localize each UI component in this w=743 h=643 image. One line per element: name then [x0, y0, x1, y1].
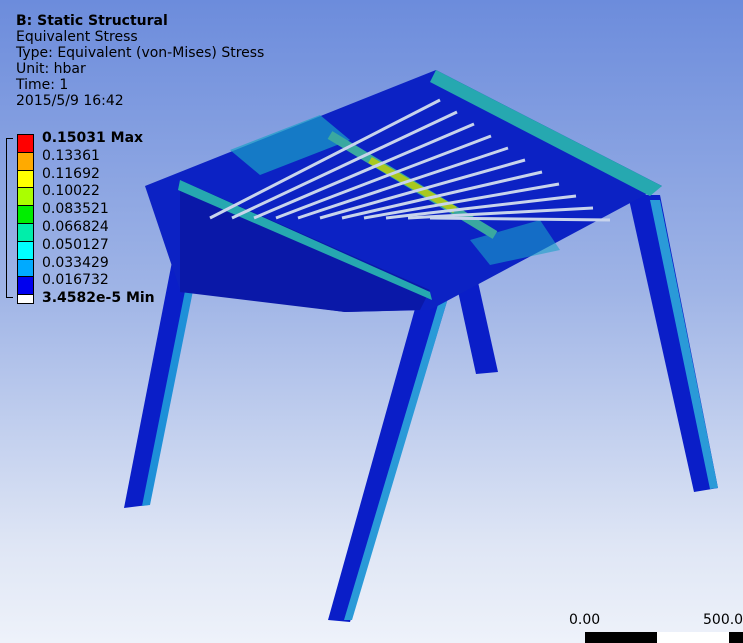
leg-back [456, 282, 498, 374]
legend-color-bar [17, 134, 34, 305]
legend-label: 0.11692 [42, 165, 100, 182]
legend-label: 3.4582e-5 Min [42, 290, 155, 307]
legend-label: 0.050127 [42, 236, 109, 253]
legend-band [18, 135, 33, 153]
result-time: Time: 1 [16, 77, 69, 93]
result-date: 2015/5/9 16:42 [16, 93, 124, 109]
analysis-title: B: Static Structural [16, 13, 168, 29]
legend-bracket [6, 138, 13, 298]
legend-label: 0.066824 [42, 219, 109, 235]
legend-band [18, 206, 33, 224]
legend-band [18, 188, 33, 207]
legend-label: 0.13361 [42, 147, 100, 164]
scale-segment-black [729, 632, 743, 643]
result-info: B: Static Structural Equivalent Stress T… [16, 13, 264, 109]
legend-label: 0.10022 [42, 183, 100, 200]
legend-label: 0.033429 [42, 254, 109, 271]
scale-start: 0.00 [569, 612, 601, 628]
legend-band [18, 259, 33, 278]
legend-band [18, 223, 33, 242]
scale-end: 500.0 [703, 612, 743, 628]
result-name: Equivalent Stress [16, 29, 138, 45]
legend-band [18, 277, 33, 296]
slat [429, 216, 611, 222]
result-unit: Unit: hbar [16, 61, 86, 77]
legend-label: 0.016732 [42, 272, 109, 289]
scale-segment-white [657, 632, 729, 643]
legend-band [18, 170, 33, 189]
legend-band [18, 241, 33, 260]
legend-band [18, 152, 33, 171]
legend-band [18, 295, 33, 304]
scale-bar: 0.00 500.0 [560, 612, 743, 643]
legend-label: 0.15031 Max [42, 130, 144, 146]
result-type: Type: Equivalent (von-Mises) Stress [16, 45, 265, 61]
scale-segment-black [585, 632, 657, 643]
legend-label: 0.083521 [42, 201, 109, 218]
